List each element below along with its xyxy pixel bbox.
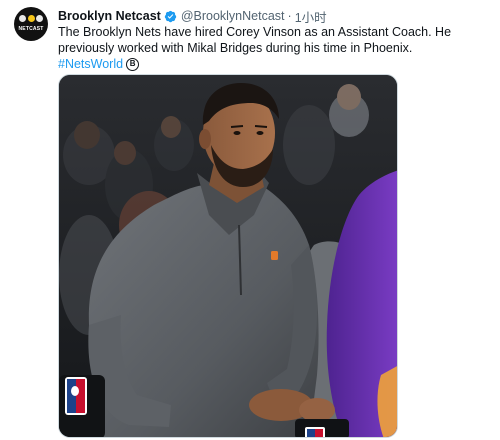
- nba-logo-icon: [65, 377, 87, 415]
- tweet[interactable]: NETCAST Brooklyn Netcast @BrooklynNetcas…: [0, 0, 500, 440]
- tweet-text: The Brooklyn Nets have hired Corey Vinso…: [58, 24, 488, 72]
- separator: ·: [287, 9, 292, 23]
- tweet-header: Brooklyn Netcast @BrooklynNetcast · 1小时: [58, 7, 327, 26]
- handle[interactable]: @BrooklynNetcast: [181, 9, 285, 23]
- timestamp[interactable]: 1小时: [295, 7, 327, 26]
- avatar[interactable]: NETCAST: [14, 7, 48, 41]
- tweet-photo[interactable]: [58, 74, 398, 438]
- avatar-label: NETCAST: [18, 26, 44, 32]
- hashtag-line: #NetsWorld B: [58, 56, 488, 72]
- tweet-text-line: previously worked with Mikal Bridges dur…: [58, 41, 413, 55]
- display-name[interactable]: Brooklyn Netcast: [58, 9, 161, 23]
- tweet-text-line: The Brooklyn Nets have hired Corey Vinso…: [58, 25, 452, 39]
- photo-image: [59, 75, 397, 437]
- netcast-logo-icon: [19, 15, 43, 24]
- hashtag-link[interactable]: #NetsWorld: [58, 56, 123, 72]
- nets-emoji-icon: B: [126, 57, 140, 71]
- verified-badge-icon: [164, 10, 176, 22]
